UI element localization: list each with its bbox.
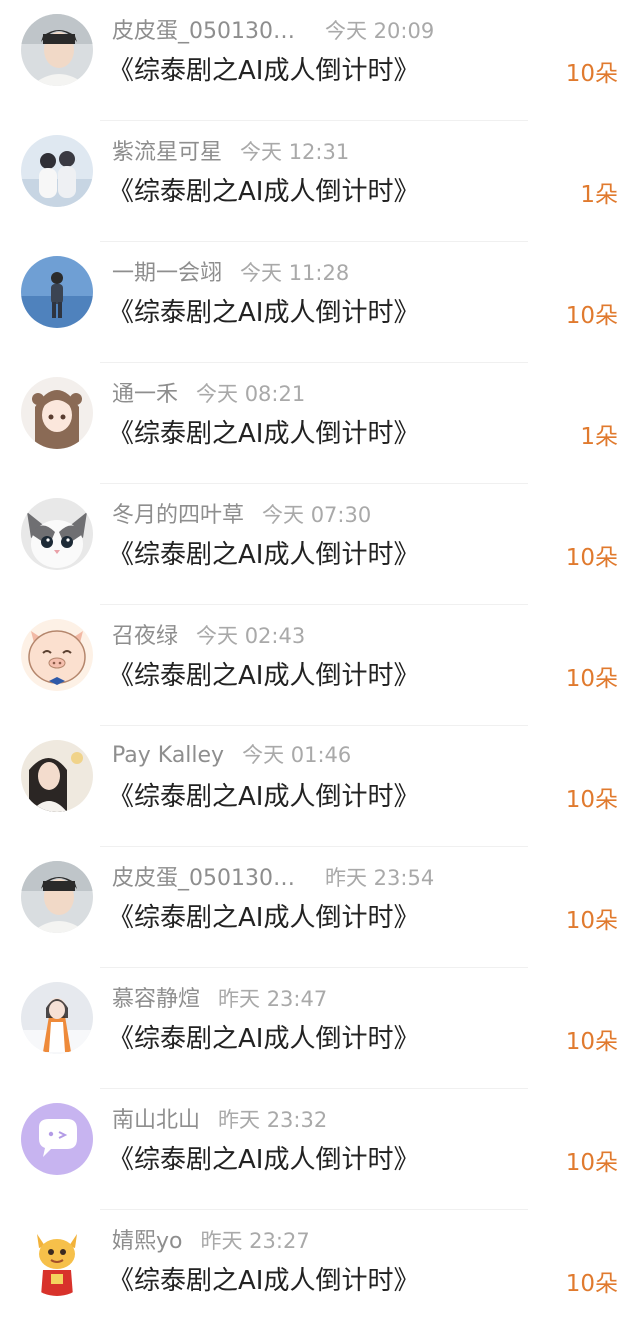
boy-portrait-avatar[interactable] — [21, 861, 93, 933]
list-item[interactable]: 皮皮蛋_0501303… 昨天 23:54 《综泰剧之AI成人倒计时》 10朵 — [0, 847, 640, 968]
list-item[interactable]: 通一禾 今天 08:21 《综泰剧之AI成人倒计时》 1朵 — [0, 363, 640, 484]
user-name[interactable]: 紫流星可星 — [112, 134, 222, 166]
drama-title[interactable]: 《综泰剧之AI成人倒计时》 — [108, 413, 419, 450]
drama-title[interactable]: 《综泰剧之AI成人倒计时》 — [108, 534, 419, 571]
cat-avatar[interactable] — [21, 498, 93, 570]
couple-photo-avatar[interactable] — [21, 135, 93, 207]
meta-line: 紫流星可星 今天 12:31 — [112, 134, 350, 166]
timestamp: 昨天 23:54 — [325, 866, 435, 890]
timestamp: 今天 12:31 — [240, 140, 350, 164]
flower-count: 1朵 — [580, 424, 618, 450]
boy-portrait-avatar[interactable] — [21, 14, 93, 86]
timestamp: 今天 08:21 — [196, 382, 306, 406]
drama-title[interactable]: 《综泰剧之AI成人倒计时》 — [108, 171, 419, 208]
flower-count: 10朵 — [565, 545, 618, 571]
drama-title[interactable]: 《综泰剧之AI成人倒计时》 — [108, 50, 419, 87]
user-name[interactable]: 慕容静煊 — [112, 981, 200, 1013]
meta-line: 慕容静煊 昨天 23:47 — [112, 981, 328, 1013]
meta-line: 皮皮蛋_0501303… 今天 20:09 — [112, 13, 435, 45]
list-item[interactable]: Pay Kalley 今天 01:46 《综泰剧之AI成人倒计时》 10朵 — [0, 726, 640, 847]
user-name[interactable]: 一期一会翊 — [112, 255, 222, 287]
timestamp: 今天 02:43 — [196, 624, 306, 648]
drama-title[interactable]: 《综泰剧之AI成人倒计时》 — [108, 776, 419, 813]
list-item[interactable]: 皮皮蛋_0501303… 今天 20:09 《综泰剧之AI成人倒计时》 10朵 — [0, 0, 640, 121]
list-item[interactable]: 紫流星可星 今天 12:31 《综泰剧之AI成人倒计时》 1朵 — [0, 121, 640, 242]
meta-line: 冬月的四叶草 今天 07:30 — [112, 497, 372, 529]
timestamp: 昨天 23:27 — [200, 1229, 310, 1253]
flower-count: 10朵 — [565, 787, 618, 813]
list-item[interactable]: 冬月的四叶草 今天 07:30 《综泰剧之AI成人倒计时》 10朵 — [0, 484, 640, 605]
meta-line: 皮皮蛋_0501303… 昨天 23:54 — [112, 860, 435, 892]
timestamp: 今天 01:46 — [242, 743, 352, 767]
chat-bubble-avatar[interactable] — [21, 1103, 93, 1175]
list-item[interactable]: 一期一会翊 今天 11:28 《综泰剧之AI成人倒计时》 10朵 — [0, 242, 640, 363]
flower-count: 10朵 — [565, 61, 618, 87]
pig-avatar[interactable] — [21, 619, 93, 691]
user-name[interactable]: 冬月的四叶草 — [112, 497, 244, 529]
winter-girl-avatar[interactable] — [21, 982, 93, 1054]
meta-line: 召夜绿 今天 02:43 — [112, 618, 306, 650]
flower-count: 1朵 — [580, 182, 618, 208]
user-name[interactable]: 通一禾 — [112, 376, 178, 408]
drama-title[interactable]: 《综泰剧之AI成人倒计时》 — [108, 897, 419, 934]
anime-girl-avatar[interactable] — [21, 377, 93, 449]
meta-line: 通一禾 今天 08:21 — [112, 376, 306, 408]
meta-line: 一期一会翊 今天 11:28 — [112, 255, 350, 287]
drama-title[interactable]: 《综泰剧之AI成人倒计时》 — [108, 655, 419, 692]
timestamp: 今天 20:09 — [325, 19, 435, 43]
list-item[interactable]: 召夜绿 今天 02:43 《综泰剧之AI成人倒计时》 10朵 — [0, 605, 640, 726]
girl-photo-avatar[interactable] — [21, 740, 93, 812]
meta-line: 南山北山 昨天 23:32 — [112, 1102, 328, 1134]
flower-count: 10朵 — [565, 303, 618, 329]
drama-title[interactable]: 《综泰剧之AI成人倒计时》 — [108, 1260, 419, 1297]
gift-record-list: 皮皮蛋_0501303… 今天 20:09 《综泰剧之AI成人倒计时》 10朵 … — [0, 0, 640, 1331]
timestamp: 今天 11:28 — [240, 261, 350, 285]
user-name[interactable]: 皮皮蛋_0501303… — [112, 860, 307, 892]
user-name[interactable]: 召夜绿 — [112, 618, 178, 650]
list-item[interactable]: 慕容静煊 昨天 23:47 《综泰剧之AI成人倒计时》 10朵 — [0, 968, 640, 1089]
timestamp: 今天 07:30 — [262, 503, 372, 527]
timestamp: 昨天 23:32 — [218, 1108, 328, 1132]
dragon-mascot-avatar[interactable] — [21, 1224, 93, 1296]
user-name[interactable]: 南山北山 — [112, 1102, 200, 1134]
sea-figure-avatar[interactable] — [21, 256, 93, 328]
flower-count: 10朵 — [565, 1029, 618, 1055]
timestamp: 昨天 23:47 — [218, 987, 328, 1011]
drama-title[interactable]: 《综泰剧之AI成人倒计时》 — [108, 292, 419, 329]
drama-title[interactable]: 《综泰剧之AI成人倒计时》 — [108, 1018, 419, 1055]
flower-count: 10朵 — [565, 1150, 618, 1176]
flower-count: 10朵 — [565, 908, 618, 934]
user-name[interactable]: 婧熙yo — [112, 1223, 182, 1255]
user-name[interactable]: 皮皮蛋_0501303… — [112, 13, 307, 45]
meta-line: 婧熙yo 昨天 23:27 — [112, 1223, 310, 1255]
drama-title[interactable]: 《综泰剧之AI成人倒计时》 — [108, 1139, 419, 1176]
flower-count: 10朵 — [565, 1271, 618, 1297]
meta-line: Pay Kalley 今天 01:46 — [112, 739, 351, 769]
user-name[interactable]: Pay Kalley — [112, 743, 224, 768]
list-item[interactable]: 南山北山 昨天 23:32 《综泰剧之AI成人倒计时》 10朵 — [0, 1089, 640, 1210]
flower-count: 10朵 — [565, 666, 618, 692]
